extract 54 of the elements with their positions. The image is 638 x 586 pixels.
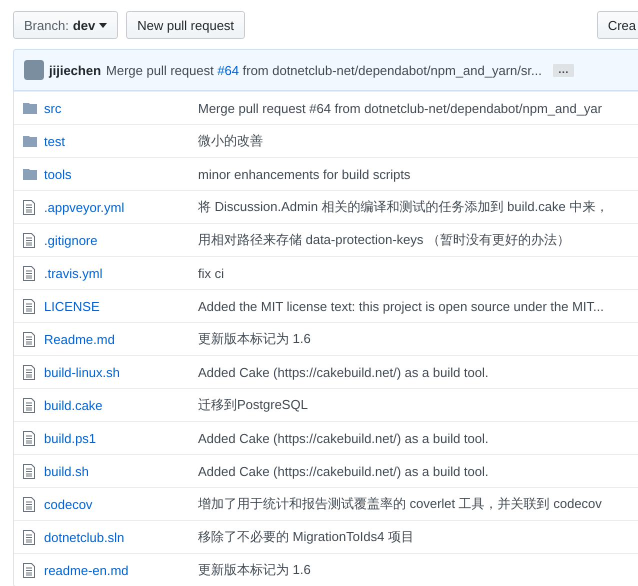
file-link[interactable]: codecov <box>44 496 198 512</box>
file-link[interactable]: .travis.yml <box>44 266 198 280</box>
commit-message[interactable]: Added Cake (https://cakebuild.net/) as a build tool. <box>198 464 489 478</box>
commit-message[interactable]: Added the MIT license text: this project is open source under the MIT... <box>198 298 604 314</box>
folder-icon <box>23 168 37 180</box>
file-icon <box>23 332 35 346</box>
commit-message: Merge pull request #64 from dotnetclub-net/dependabot/npm_and_yarn/sr... <box>106 62 542 78</box>
commit-message[interactable]: 增加了用于统计和报告测试覆盖率的 coverlet 工具，并关联到 codecov <box>198 495 602 513</box>
file-link[interactable]: .appveyor.yml <box>44 200 198 214</box>
file-icon <box>23 464 35 478</box>
create-button[interactable]: Crea <box>596 11 638 39</box>
commit-message[interactable]: 将 Discussion.Admin 相关的编译和测试的任务添加到 build.cake 中来， <box>198 198 608 216</box>
avatar <box>24 60 44 80</box>
file-icon <box>23 298 35 314</box>
file-link[interactable]: LICENSE <box>44 298 198 314</box>
commit-message[interactable]: fix ci <box>198 266 224 280</box>
pull-request-link[interactable]: #64 <box>217 62 240 78</box>
commit-message[interactable]: 迁移到PostgreSQL <box>198 396 308 414</box>
file-icon <box>23 398 35 412</box>
file-link[interactable]: .gitignore <box>44 232 198 248</box>
commit-message[interactable]: Merge pull request #64 from dotnetclub-net/dependabot/npm_and_yar <box>198 100 602 116</box>
commit-message[interactable]: 移除了不必要的 MigrationToIds4 项目 <box>198 528 414 546</box>
commit-message[interactable]: minor enhancements for build scripts <box>198 166 410 182</box>
expand-button[interactable]: … <box>552 64 574 76</box>
commit-message[interactable]: Added Cake (https://cakebuild.net/) as a build tool. <box>198 430 489 446</box>
file-icon <box>23 496 35 512</box>
caret-icon <box>99 22 108 28</box>
commit-message[interactable]: 更新版本标记为 1.6 <box>198 330 311 348</box>
branch-dropdown[interactable]: Branch: dev <box>13 11 118 39</box>
commit-author[interactable]: jijiechen <box>49 62 102 78</box>
file-icon <box>23 562 35 578</box>
commit-message[interactable]: 微小的改善 <box>198 132 263 150</box>
file-link[interactable]: build.sh <box>44 464 198 478</box>
file-link[interactable]: test <box>44 134 198 148</box>
folder-icon <box>23 102 37 114</box>
file-link[interactable]: build.cake <box>44 398 198 412</box>
file-icon <box>23 232 35 248</box>
file-icon <box>23 364 35 380</box>
file-link[interactable]: tools <box>44 166 198 182</box>
file-link[interactable]: src <box>44 100 198 116</box>
file-link[interactable]: build.ps1 <box>44 430 198 446</box>
new-pull-request-button[interactable]: New pull request <box>126 11 246 39</box>
file-icon <box>23 200 35 214</box>
file-icon <box>23 266 35 280</box>
file-link[interactable]: build-linux.sh <box>44 364 198 380</box>
file-link[interactable]: dotnetclub.sln <box>44 530 198 544</box>
file-link[interactable]: Readme.md <box>44 332 198 346</box>
commit-message[interactable]: 更新版本标记为 1.6 <box>198 561 311 579</box>
file-link[interactable]: readme-en.md <box>44 562 198 578</box>
commit-message[interactable]: Added Cake (https://cakebuild.net/) as a build tool. <box>198 364 489 380</box>
file-icon <box>23 430 35 446</box>
folder-icon <box>23 135 37 147</box>
file-icon <box>23 530 35 544</box>
commit-message[interactable]: 用相对路径来存储 data-protection-keys （暂时没有更好的办法） <box>198 231 570 249</box>
